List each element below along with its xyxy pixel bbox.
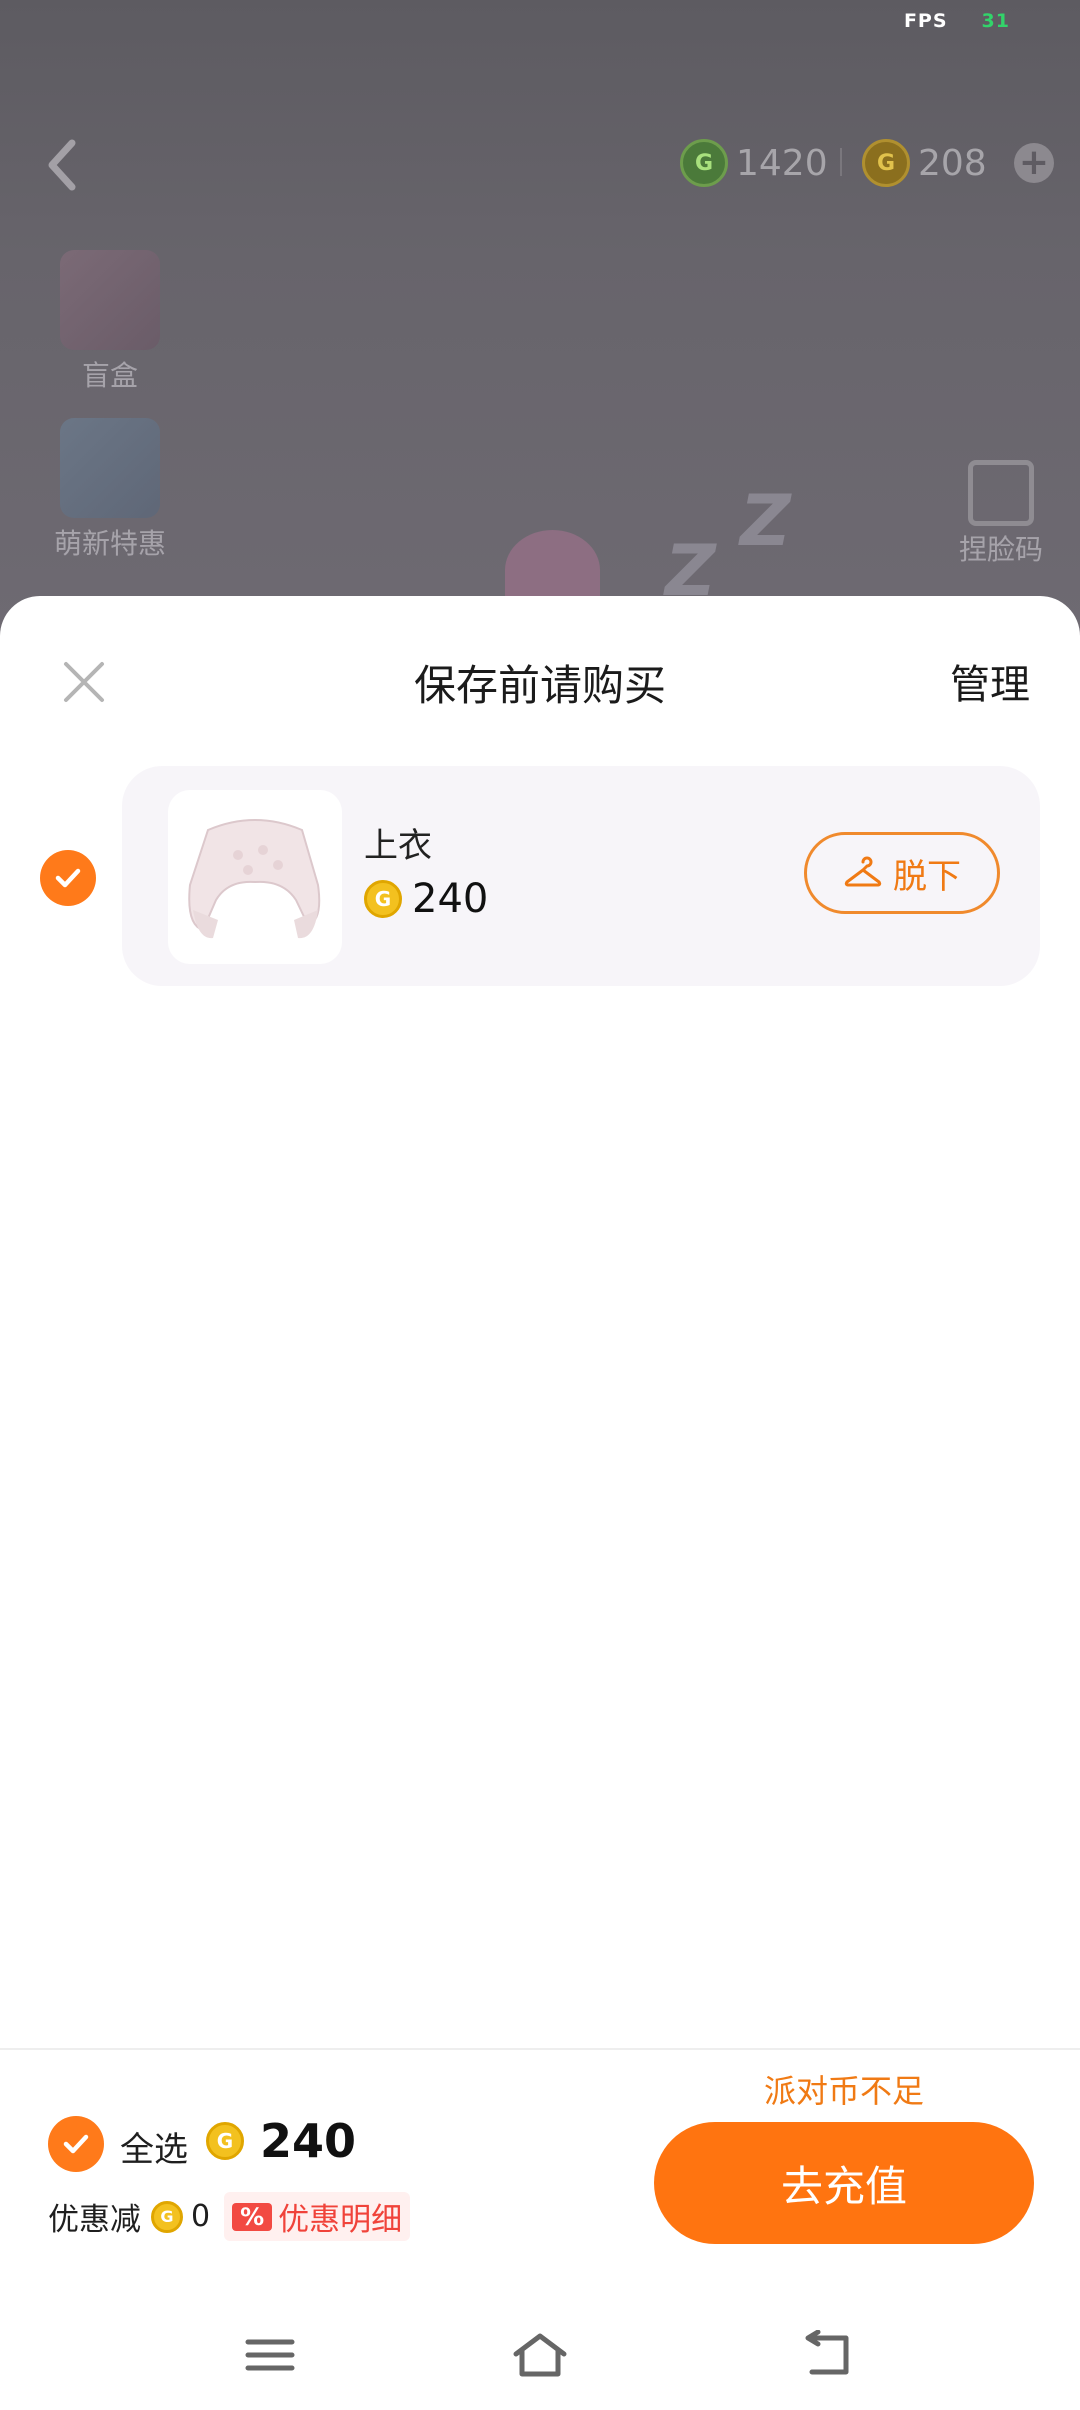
item-price: G 240 [364, 876, 488, 922]
green-coin-balance: G 1420 [680, 139, 828, 187]
gold-coin-icon: G [151, 2200, 183, 2233]
checkout-bar: 全选 G 240 优惠减 G 0 % 优惠明细 派对币不足 去充值 [0, 2048, 1080, 2410]
select-all-checkbox[interactable] [48, 2116, 104, 2172]
discount-value: 0 [191, 2199, 211, 2234]
green-coin-amount: 1420 [736, 142, 828, 184]
side-item-blind-box[interactable]: 盲盒 [50, 250, 170, 394]
discount-detail-button[interactable]: % 优惠明细 [224, 2192, 411, 2241]
fps-counter: FPS 31 [904, 10, 1010, 32]
sleep-z-icon: Z [740, 480, 791, 562]
discount-row: 优惠减 G 0 % 优惠明细 [48, 2192, 411, 2241]
gold-coin-amount: 208 [918, 142, 987, 184]
edit-face-icon [968, 460, 1034, 526]
fps-label: FPS [903, 10, 948, 32]
fps-value: 31 [981, 10, 1010, 32]
gold-coin-icon: G [364, 880, 402, 918]
item-price-value: 240 [412, 876, 489, 922]
game-scene-background: FPS 31 G 1420 G 208 + 盲盒 萌新特惠 捏脸码 Z Z [0, 0, 1080, 640]
discount-detail-label: 优惠明细 [278, 2202, 403, 2238]
item-thumbnail [168, 790, 342, 964]
system-nav-bar [0, 2300, 1080, 2410]
item-name: 上衣 [364, 826, 432, 866]
newbie-deal-icon [60, 418, 160, 518]
recharge-button[interactable]: 去充值 [654, 2122, 1034, 2244]
take-off-label: 脱下 [893, 856, 961, 897]
gold-coin-balance: G 208 [862, 139, 987, 187]
manage-button[interactable]: 管理 [950, 652, 1030, 710]
gold-coin-icon: G [206, 2122, 244, 2160]
select-all-label: 全选 [120, 2130, 188, 2170]
green-coin-icon: G [680, 139, 728, 187]
side-item-label: 萌新特惠 [53, 527, 166, 560]
sweater-image [188, 819, 321, 939]
checkmark-icon [55, 868, 81, 888]
back-icon[interactable] [796, 2330, 856, 2380]
sheet-title: 保存前请购买 [413, 661, 666, 710]
back-arrow-icon[interactable] [40, 135, 84, 195]
hanger-icon [844, 856, 882, 887]
currency-divider [840, 148, 842, 176]
discount-tag-icon: % [232, 2202, 273, 2231]
face-pinch-label: 捏脸码 [958, 533, 1043, 566]
side-item-label: 盲盒 [81, 359, 138, 392]
insufficient-coins-notice: 派对币不足 [763, 2072, 924, 2110]
cart-item-card[interactable]: 上衣 G 240 脱下 [122, 766, 1040, 986]
home-icon[interactable] [510, 2330, 570, 2380]
item-checkbox[interactable] [40, 850, 96, 906]
side-item-newbie-deal[interactable]: 萌新特惠 [50, 418, 170, 562]
add-currency-button[interactable]: + [1014, 143, 1054, 183]
gift-box-icon [60, 250, 160, 350]
gold-coin-icon: G [862, 139, 910, 187]
face-pinch-code-button[interactable]: 捏脸码 [946, 460, 1056, 568]
checkmark-icon [63, 2134, 89, 2154]
discount-label: 优惠减 [48, 2202, 141, 2238]
total-price: G 240 [206, 2114, 356, 2168]
menu-icon[interactable] [240, 2330, 300, 2380]
total-price-value: 240 [260, 2114, 357, 2168]
take-off-button[interactable]: 脱下 [804, 832, 1000, 914]
